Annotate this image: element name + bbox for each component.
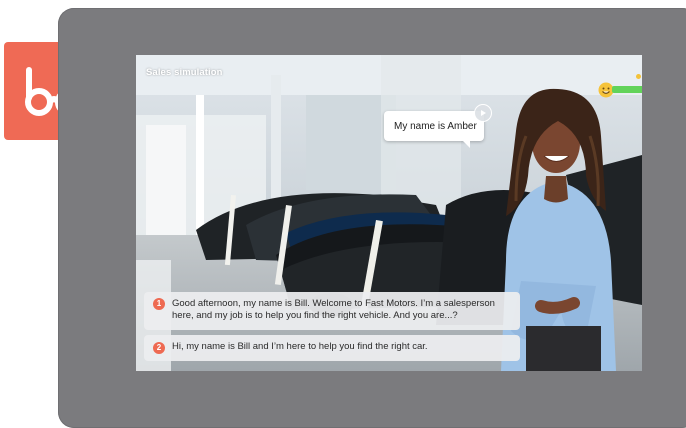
response-option-text: Hi, my name is Bill and I’m here to help… [172, 341, 428, 352]
play-audio-button[interactable] [474, 104, 492, 122]
response-option-text: Good afternoon, my name is Bill. Welcome… [172, 298, 495, 321]
play-icon [481, 110, 486, 116]
mood-meter-bar [612, 86, 642, 93]
option-number-badge: 2 [153, 342, 165, 354]
response-option-1[interactable]: 1 Good afternoon, my name is Bill. Welco… [144, 292, 520, 330]
response-option-2[interactable]: 2 Hi, my name is Bill and I’m here to he… [144, 335, 520, 361]
simulation-title: Sales simulation [146, 67, 223, 78]
speech-bubble: My name is Amber [384, 111, 484, 148]
option-number-badge: 1 [153, 298, 165, 310]
meter-indicator-dot [636, 74, 641, 79]
speech-bubble-text: My name is Amber [394, 120, 477, 132]
simulation-screen[interactable]: Sales simulation My name is Amber 1 Good… [136, 55, 642, 371]
